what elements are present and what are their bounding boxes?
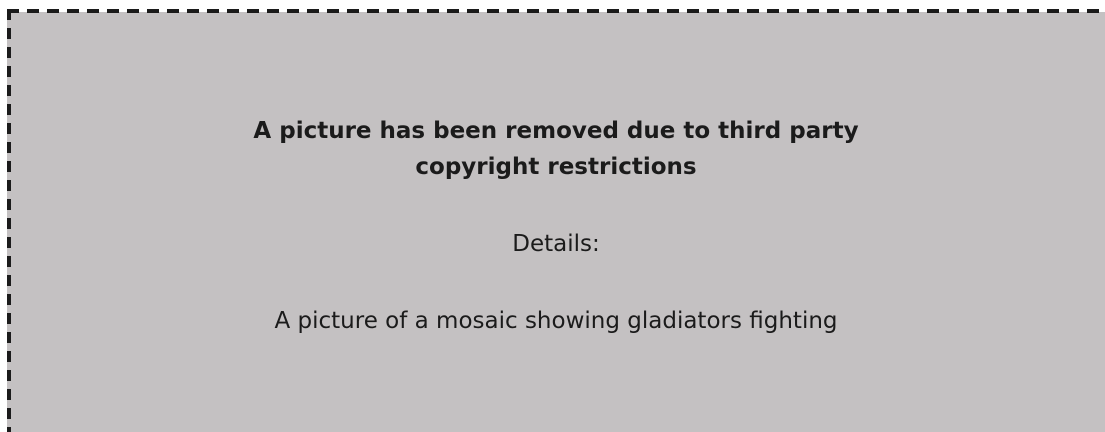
notice-heading: A picture has been removed due to third … [7,113,1105,185]
notice-background [7,12,1105,432]
dashed-border-top [7,9,1105,13]
notice-heading-line-2: copyright restrictions [415,154,697,180]
dashed-border-left [7,9,11,432]
details-text: A picture of a mosaic showing gladiators… [274,308,838,334]
details-label: Details: [512,231,600,257]
notice-heading-line-1: A picture has been removed due to third … [253,118,859,144]
removed-image-notice: A picture has been removed due to third … [0,0,1105,432]
